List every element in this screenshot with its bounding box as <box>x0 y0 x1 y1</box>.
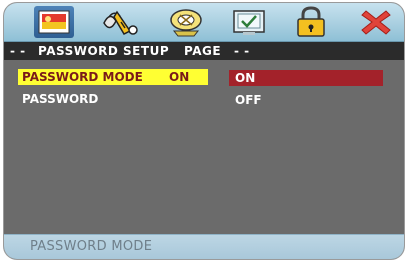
audio-setup-icon <box>103 10 138 35</box>
tab-preference[interactable] <box>229 6 269 38</box>
tab-general-setup[interactable] <box>34 6 74 38</box>
menu-item-label: PASSWORD MODE <box>22 70 143 84</box>
status-bar: PASSWORD MODE <box>4 234 404 259</box>
video-setup-icon <box>170 9 202 37</box>
setup-menu-window: - - PASSWORD SETUP PAGE - - PASSWORD MOD… <box>3 2 405 260</box>
option-label: OFF <box>235 93 262 107</box>
page-label: PAGE <box>184 44 222 58</box>
option-off[interactable]: OFF <box>229 92 383 108</box>
tab-audio-setup[interactable] <box>100 6 140 38</box>
header-left-dashes: - - <box>10 44 26 58</box>
option-on[interactable]: ON <box>229 70 383 86</box>
password-lock-icon <box>297 6 325 37</box>
menu-item-value: ON <box>169 70 190 84</box>
menu-item-label: PASSWORD <box>22 92 99 106</box>
header-right-dashes: - - <box>234 44 250 58</box>
frame: - - PASSWORD SETUP PAGE - - PASSWORD MOD… <box>0 0 409 263</box>
preference-icon <box>233 10 265 35</box>
page-title: PASSWORD SETUP <box>38 44 170 58</box>
menu-item-password-mode[interactable]: PASSWORD MODE ON <box>18 69 208 85</box>
tab-exit[interactable] <box>356 6 396 38</box>
tab-password[interactable] <box>291 6 331 38</box>
menu-item-password[interactable]: PASSWORD <box>18 91 208 107</box>
page-header: - - PASSWORD SETUP PAGE - - <box>4 42 404 60</box>
setup-tab-bar <box>4 3 404 42</box>
general-setup-icon <box>38 10 70 34</box>
exit-icon <box>361 10 391 35</box>
tab-video-setup[interactable] <box>166 6 206 38</box>
status-text: PASSWORD MODE <box>30 239 153 254</box>
option-label: ON <box>235 71 256 85</box>
